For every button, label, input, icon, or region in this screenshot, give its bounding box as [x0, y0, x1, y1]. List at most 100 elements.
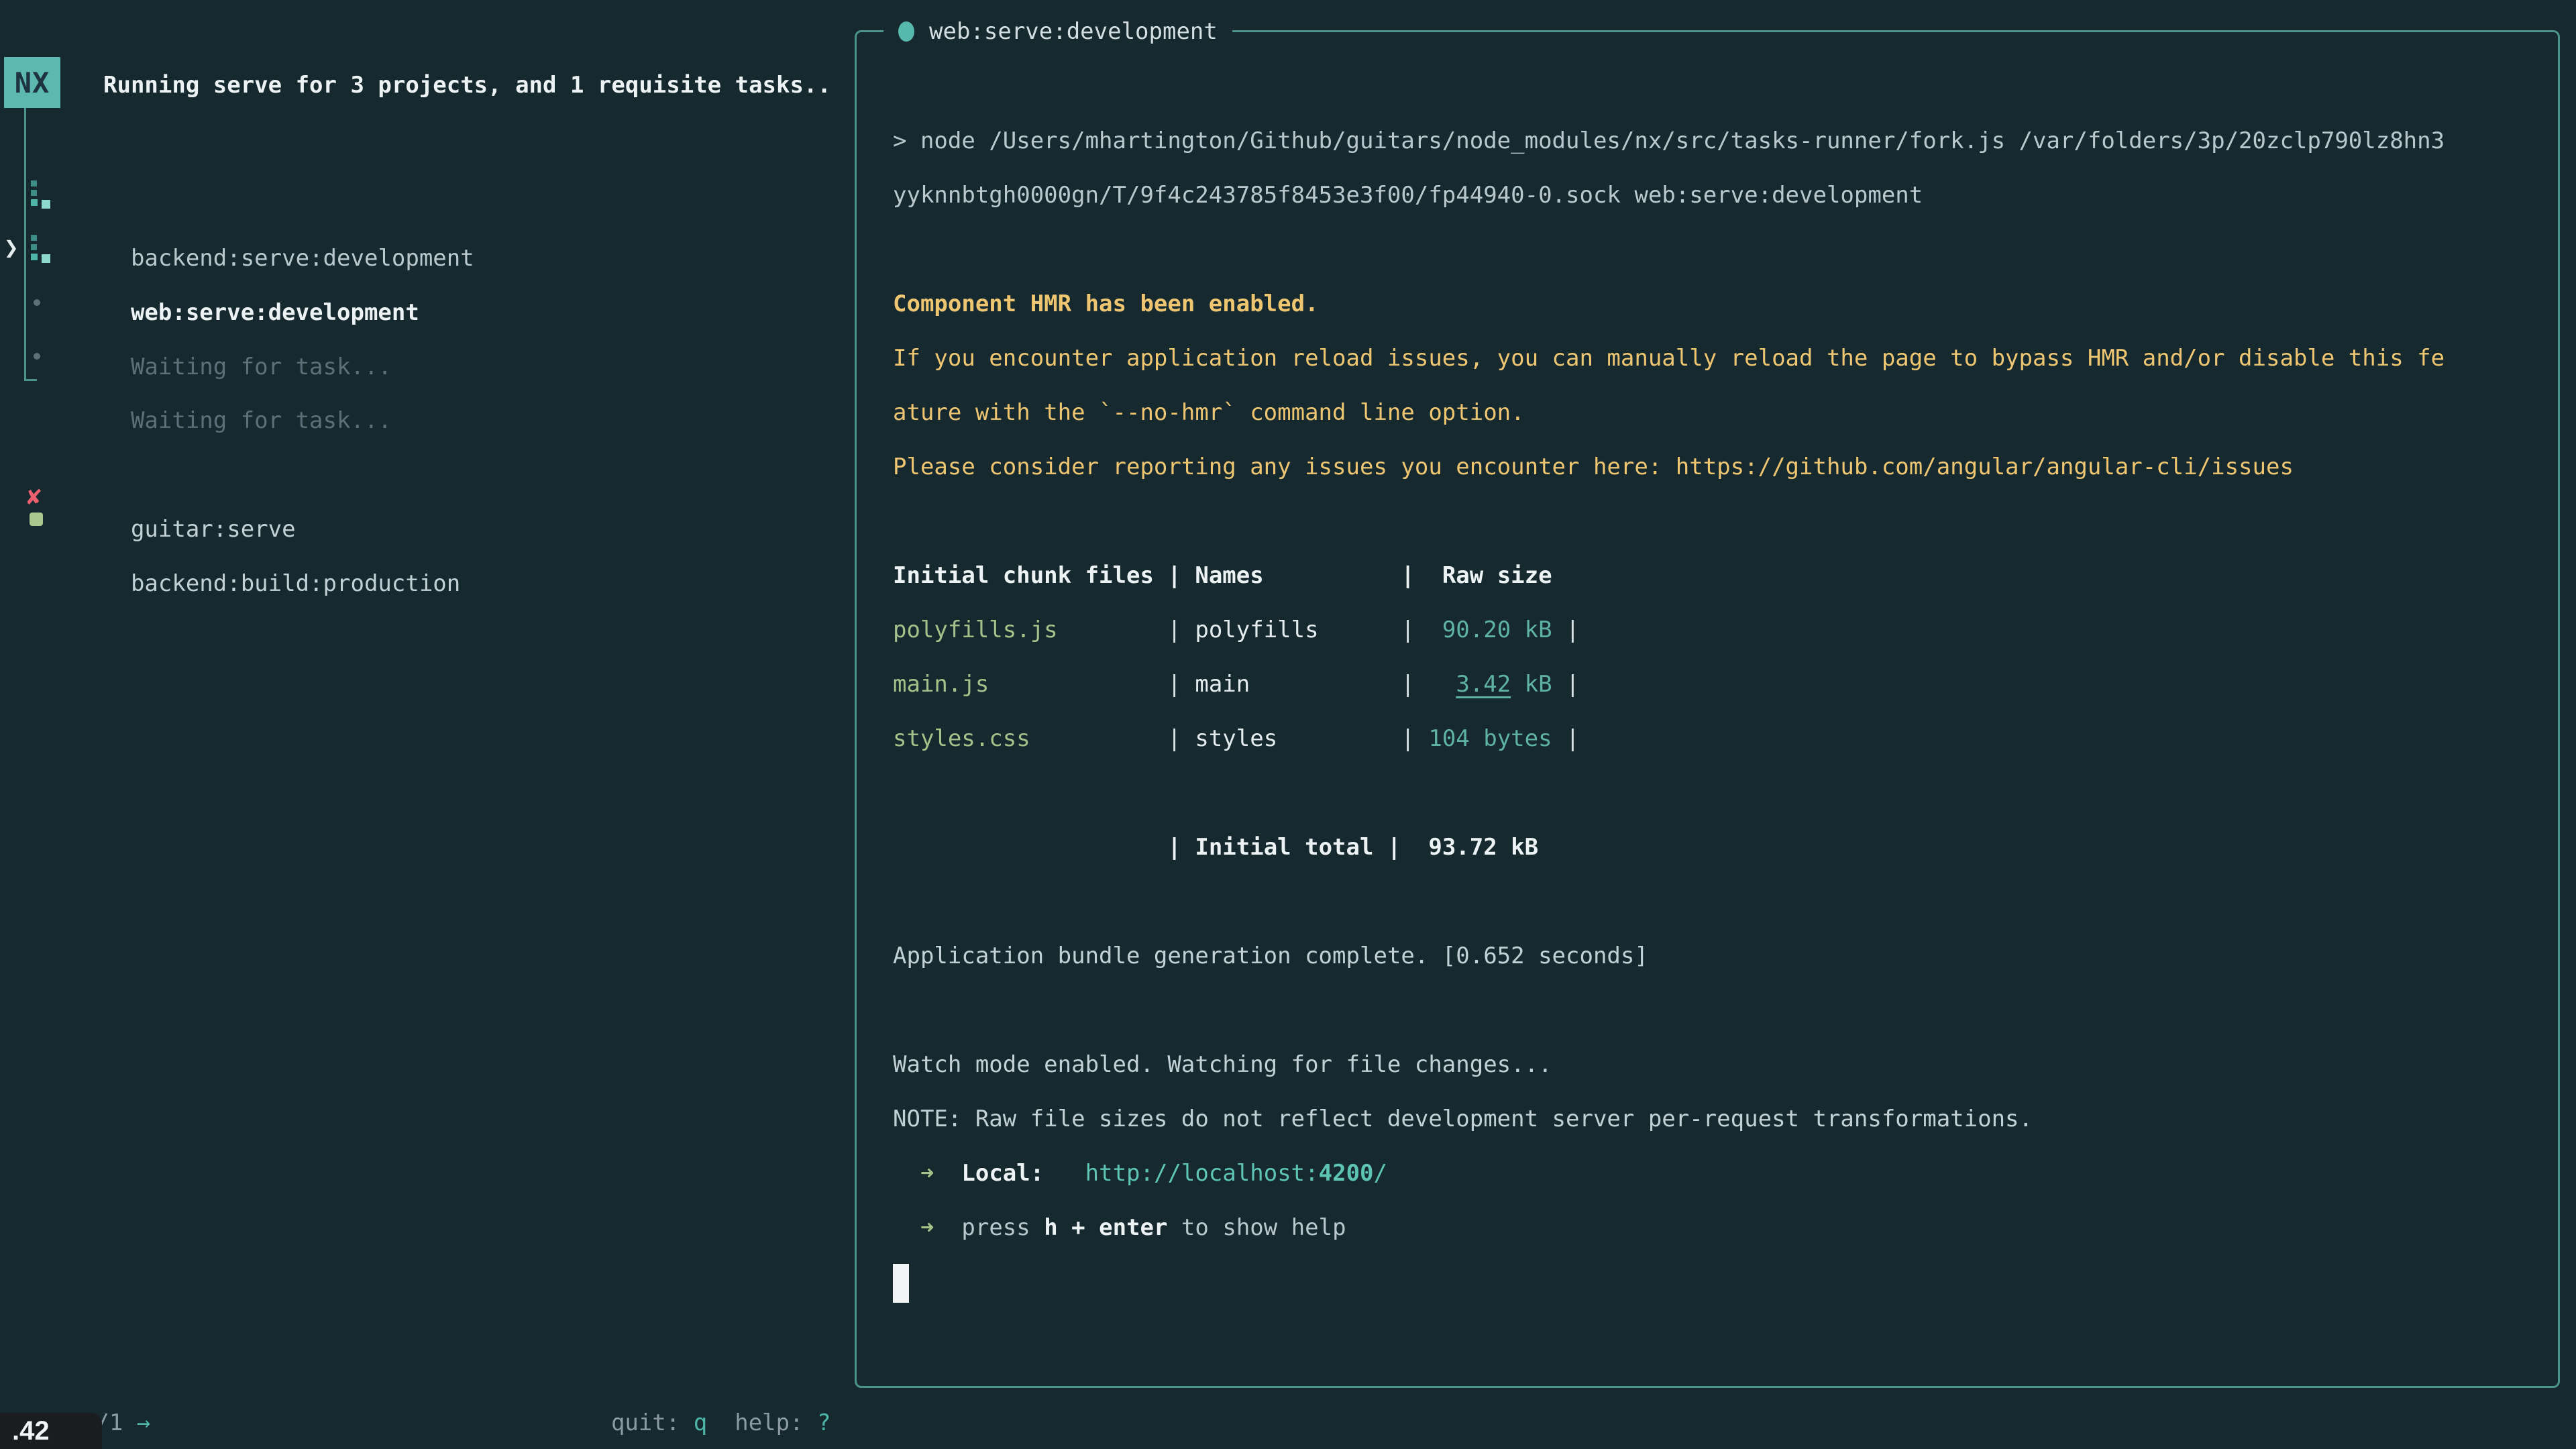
terminal-line-command-1: > node /Users/mhartington/Github/guitars… — [893, 114, 2544, 168]
spinner-icon — [31, 235, 51, 263]
pipe-separator: | — [1552, 671, 1580, 698]
status-text: Application bundle generation complete. … — [893, 943, 1648, 969]
keyboard-hints: quit: q help: ? — [584, 1373, 831, 1406]
hint-text: press — [961, 1214, 1044, 1241]
task-item-web-serve[interactable]: web:serve:development — [0, 232, 845, 264]
hint-text: to show help — [1167, 1214, 1346, 1241]
total-label: Initial total — [1195, 834, 1373, 861]
col-header-files: Initial chunk files — [893, 562, 1167, 589]
pager-next-icon[interactable]: → — [137, 1409, 150, 1436]
chunk-name: main — [1195, 671, 1401, 698]
indent — [934, 1160, 961, 1187]
overlay-badge: .42 — [0, 1413, 102, 1449]
blank-line — [893, 983, 2544, 1038]
chunk-file: main.js — [893, 671, 1167, 698]
run-summary-heading: Running serve for 3 projects, and 1 requ… — [103, 69, 831, 101]
terminal-line-help-hint: ➜ press h + enter to show help — [893, 1201, 2544, 1255]
panel-title: web:serve:development — [883, 13, 1232, 50]
terminal-line-command-2: yyknnbtgh0000gn/T/9f4c243785f8453e3f00/f… — [893, 168, 2544, 223]
chunk-table-total-row: | Initial total | 93.72 kB — [893, 820, 2544, 875]
pipe-separator: | — [1167, 725, 1195, 752]
total-size: 93.72 kB — [1415, 834, 1538, 861]
waiting-dot-icon — [34, 299, 40, 306]
note-text: NOTE: Raw file sizes do not reflect deve… — [893, 1106, 2033, 1132]
col-header-size: Raw size — [1428, 562, 1552, 589]
chunk-table-row: polyfills.js | polyfills | 90.20 kB | — [893, 603, 2544, 657]
chunk-name: polyfills — [1195, 616, 1401, 643]
chunk-table-row: styles.css | styles | 104 bytes | — [893, 712, 2544, 766]
indent — [934, 1214, 961, 1241]
key-h: h — [1044, 1214, 1057, 1241]
terminal-line-hmr-1: Component HMR has been enabled. — [893, 277, 2544, 331]
help-hint-label: help: — [735, 1409, 817, 1436]
local-label: Local: — [961, 1160, 1044, 1187]
blank-line — [893, 766, 2544, 820]
hint-plus: + — [1058, 1214, 1099, 1241]
pipe-separator: | — [1401, 725, 1428, 752]
task-output-panel: web:serve:development > node /Users/mhar… — [855, 30, 2560, 1388]
task-item-backend-serve[interactable]: backend:serve:development — [0, 178, 845, 210]
chunk-size: 104 bytes — [1428, 725, 1552, 752]
terminal-line-local-url: ➜ Local: http://localhost:4200/ — [893, 1146, 2544, 1201]
chunk-file: styles.css — [893, 725, 1167, 752]
indent — [1044, 1160, 1085, 1187]
chunk-size — [1428, 671, 1456, 698]
pipe-separator: | — [1167, 671, 1195, 698]
task-item-waiting-2[interactable]: Waiting for task... — [0, 340, 845, 372]
terminal-line-hmr-4: Please consider reporting any issues you… — [893, 440, 2544, 494]
pipe-separator: | — [1552, 725, 1580, 752]
quit-key: q — [694, 1409, 707, 1436]
pipe-separator: | — [1167, 616, 1195, 643]
panel-title-text: web:serve:development — [929, 18, 1218, 45]
task-item-backend-build[interactable]: backend:build:production — [0, 503, 845, 535]
terminal-output[interactable]: > node /Users/mhartington/Github/guitars… — [893, 114, 2544, 1309]
indent — [893, 1160, 920, 1187]
chunk-table-header: Initial chunk files | Names | Raw size — [893, 549, 2544, 603]
waiting-dot-icon — [34, 353, 40, 360]
warning-text: ature with the `--no-hmr` command line o… — [893, 399, 1525, 426]
hint-gap — [707, 1409, 735, 1436]
warning-text: Component HMR has been enabled. — [893, 290, 1319, 317]
pipe-separator: | — [1401, 671, 1428, 698]
localhost-url-slash[interactable]: / — [1374, 1160, 1387, 1187]
task-label: backend:build:production — [131, 570, 460, 597]
pipe-separator: | — [1167, 834, 1195, 861]
nx-logo: NX — [4, 57, 60, 108]
terminal-cursor-line — [893, 1255, 2544, 1309]
col-header-names: Names — [1195, 562, 1401, 589]
chunk-file: polyfills.js — [893, 616, 1167, 643]
spinner-icon — [31, 180, 51, 209]
pipe-separator: | — [1401, 562, 1428, 589]
pipe-separator: | — [1552, 616, 1580, 643]
arrow-icon: ➜ — [920, 1160, 934, 1187]
terminal-line-bundle-complete: Application bundle generation complete. … — [893, 929, 2544, 983]
key-enter: enter — [1099, 1214, 1167, 1241]
pipe-separator: | — [1167, 562, 1195, 589]
status-text: Watch mode enabled. Watching for file ch… — [893, 1051, 1552, 1078]
localhost-url[interactable]: http://localhost: — [1085, 1160, 1319, 1187]
terminal-cursor[interactable] — [893, 1264, 909, 1303]
quit-hint-label: quit: — [611, 1409, 694, 1436]
blank-line — [893, 494, 2544, 549]
terminal-line-hmr-3: ature with the `--no-hmr` command line o… — [893, 386, 2544, 440]
task-label: Waiting for task... — [131, 407, 392, 434]
command-text: yyknnbtgh0000gn/T/9f4c243785f8453e3f00/f… — [893, 182, 1923, 209]
chunk-size-unit: kB — [1511, 671, 1552, 698]
task-item-guitar-serve[interactable]: ✘ guitar:serve — [0, 449, 845, 481]
arrow-icon: ➜ — [920, 1214, 934, 1241]
warning-text: If you encounter application reload issu… — [893, 345, 2445, 372]
warning-text-with-url: Please consider reporting any issues you… — [893, 453, 2294, 480]
localhost-port[interactable]: 4200 — [1319, 1160, 1374, 1187]
terminal-line-note: NOTE: Raw file sizes do not reflect deve… — [893, 1092, 2544, 1146]
chunk-table-row: main.js | main | 3.42 kB | — [893, 657, 2544, 712]
blank-line — [893, 875, 2544, 929]
task-pager: ← 1/1 → — [27, 1373, 150, 1406]
chunk-size-underlined: 3.42 — [1456, 671, 1511, 698]
blank-line — [893, 223, 2544, 277]
pipe-separator: | — [1373, 834, 1414, 861]
pipe-separator: | — [1401, 616, 1428, 643]
task-item-waiting-1[interactable]: Waiting for task... — [0, 286, 845, 319]
terminal-line-watch-mode: Watch mode enabled. Watching for file ch… — [893, 1038, 2544, 1092]
chunk-size: 90.20 kB — [1428, 616, 1552, 643]
terminal-line-hmr-2: If you encounter application reload issu… — [893, 331, 2544, 386]
